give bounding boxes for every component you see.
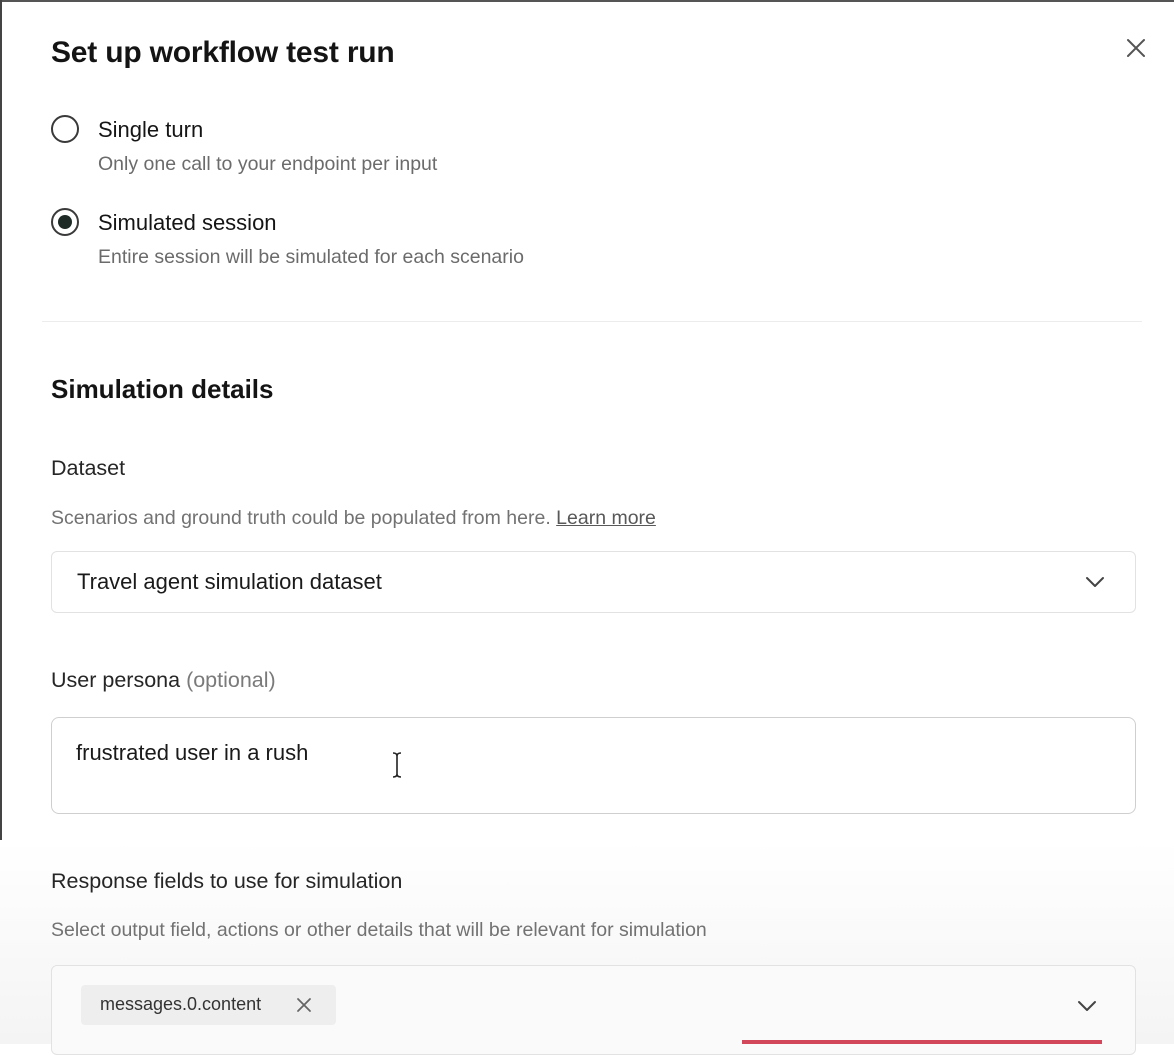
accent-bar xyxy=(742,1040,1102,1044)
user-persona-value: frustrated user in a rush xyxy=(76,740,309,765)
radio-label-single-turn: Single turn xyxy=(98,117,204,142)
user-persona-label: User persona (optional) xyxy=(51,668,276,693)
close-button[interactable] xyxy=(1120,32,1152,64)
dataset-label: Dataset xyxy=(51,456,126,480)
dataset-help-message: Scenarios and ground truth could be popu… xyxy=(51,507,551,529)
radio-single-turn[interactable] xyxy=(51,115,79,143)
response-field-chip: messages.0.content xyxy=(81,985,336,1025)
dataset-select[interactable]: Travel agent simulation dataset xyxy=(51,551,1136,613)
simulation-details-heading: Simulation details xyxy=(51,374,274,404)
chevron-down-icon xyxy=(1086,577,1104,587)
top-border xyxy=(0,0,1174,2)
chevron-down-icon xyxy=(1078,1001,1096,1011)
dataset-selected-value: Travel agent simulation dataset xyxy=(77,569,382,594)
text-cursor-icon xyxy=(392,752,402,778)
radio-simulated-session[interactable] xyxy=(51,208,79,236)
chip-label: messages.0.content xyxy=(100,994,262,1014)
workflow-test-run-dialog: Set up workflow test run Single turn Onl… xyxy=(0,0,1174,1055)
user-persona-label-text: User persona xyxy=(51,668,181,692)
radio-description-simulated-session: Entire session will be simulated for eac… xyxy=(98,246,524,268)
radio-label-simulated-session: Simulated session xyxy=(98,210,277,235)
dataset-help-text: Scenarios and ground truth could be popu… xyxy=(51,507,656,530)
response-fields-help-text: Select output field, actions or other de… xyxy=(51,919,707,941)
radio-description-single-turn: Only one call to your endpoint per input xyxy=(98,153,438,175)
dialog-title: Set up workflow test run xyxy=(51,36,395,69)
close-icon[interactable] xyxy=(295,996,313,1014)
section-divider xyxy=(42,321,1142,322)
learn-more-link[interactable]: Learn more xyxy=(556,507,656,529)
user-persona-input[interactable]: frustrated user in a rush xyxy=(51,717,1136,814)
optional-tag: (optional) xyxy=(186,668,276,692)
response-fields-label: Response fields to use for simulation xyxy=(51,869,403,893)
close-icon xyxy=(1127,39,1145,57)
